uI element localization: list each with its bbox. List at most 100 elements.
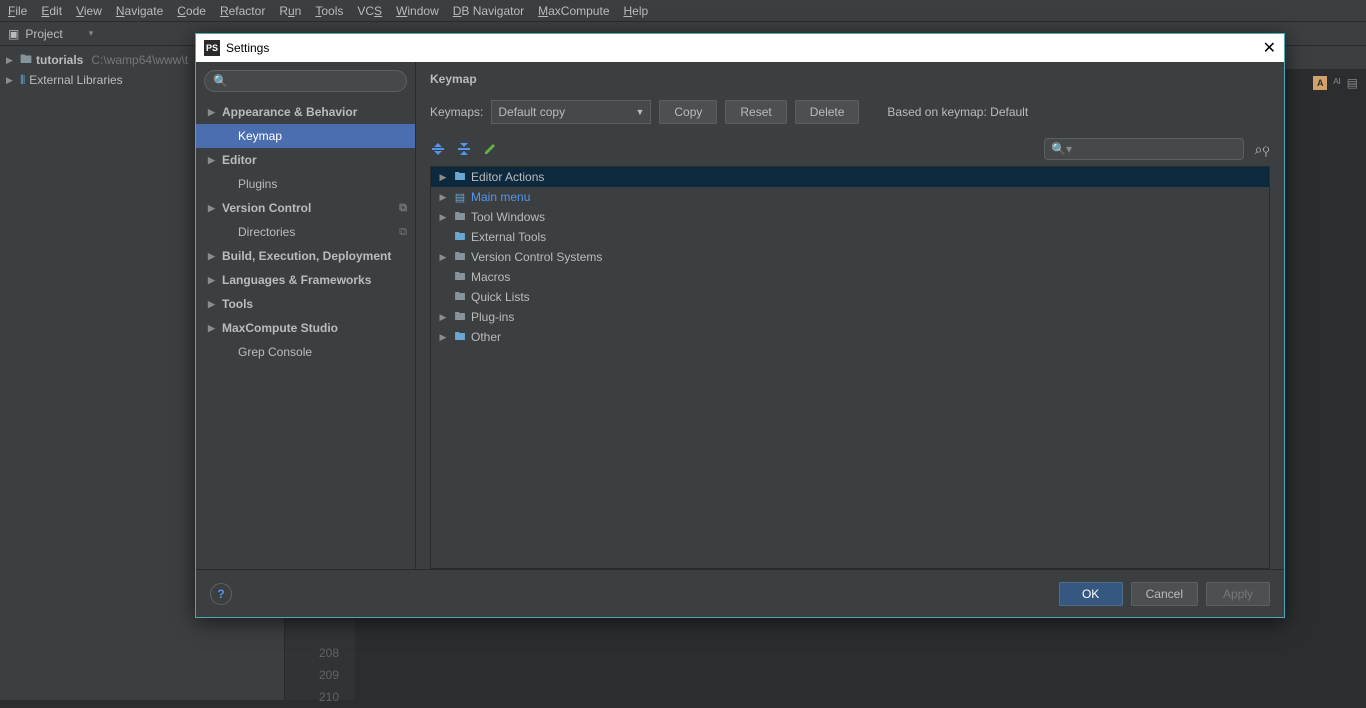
font-icon[interactable]: ᴬᴵ	[1333, 76, 1340, 90]
dialog-title-text: Settings	[226, 41, 269, 55]
expand-arrow-icon: ▶	[437, 252, 449, 263]
expand-arrow-icon: ▶	[208, 299, 222, 310]
menu-window[interactable]: Window	[396, 4, 439, 18]
node-label: External Tools	[471, 230, 546, 244]
menu-navigate[interactable]: Navigate	[116, 4, 163, 18]
page-icon[interactable]: ▤	[1347, 76, 1358, 90]
menu-icon: ▤	[453, 190, 467, 204]
menu-help[interactable]: Help	[624, 4, 649, 18]
keymap-node-other[interactable]: ▶🖿Other	[431, 327, 1269, 347]
app-icon: PS	[204, 40, 220, 56]
highlight-icon[interactable]: A	[1313, 76, 1327, 90]
category-label: Version Control	[222, 201, 311, 215]
settings-dialog: PS Settings ✕ 🔍 ▶Appearance & BehaviorKe…	[195, 33, 1285, 618]
collapse-all-icon[interactable]	[456, 141, 472, 157]
node-label: Quick Lists	[471, 290, 530, 304]
settings-category-languages-frameworks[interactable]: ▶Languages & Frameworks	[196, 268, 415, 292]
cancel-button[interactable]: Cancel	[1131, 582, 1198, 606]
keymaps-label: Keymaps:	[430, 105, 483, 119]
expand-arrow-icon: ▶	[437, 212, 449, 223]
node-label: Version Control Systems	[471, 250, 602, 264]
menu-tools[interactable]: Tools	[315, 4, 343, 18]
keymap-selector-row: Keymaps: Default copy ▼ Copy Reset Delet…	[430, 100, 1270, 124]
category-label: Keymap	[238, 129, 282, 143]
folder-icon: 🖿	[453, 250, 467, 264]
keymap-node-plug-ins[interactable]: ▶🖿Plug-ins	[431, 307, 1269, 327]
edit-icon[interactable]	[482, 141, 498, 157]
expand-arrow-icon[interactable]: ▶	[6, 55, 16, 66]
menu-vcs[interactable]: VCS	[357, 4, 382, 18]
line-number: 208	[285, 642, 339, 664]
folder-icon: 🖿	[453, 310, 467, 324]
category-label: Editor	[222, 153, 257, 167]
keymap-search-input[interactable]: 🔍▾	[1044, 138, 1244, 160]
settings-category-grep-console[interactable]: Grep Console	[196, 340, 415, 364]
folder-icon: 🖿	[453, 230, 467, 244]
folder-icon: 🖿	[20, 50, 32, 71]
expand-all-icon[interactable]	[430, 141, 446, 157]
keymap-node-version-control-systems[interactable]: ▶ 🖿 Version Control Systems	[431, 247, 1269, 267]
main-menubar: File Edit View Navigate Code Refactor Ru…	[0, 0, 1366, 22]
folder-icon: 🖿	[453, 270, 467, 284]
category-label: Build, Execution, Deployment	[222, 249, 391, 263]
category-label: Appearance & Behavior	[222, 105, 357, 119]
expand-arrow-icon[interactable]: ▶	[6, 75, 16, 86]
folder-icon: 🖿	[453, 170, 467, 184]
help-button[interactable]: ?	[210, 583, 232, 605]
based-on-label: Based on keymap: Default	[887, 105, 1028, 119]
close-icon[interactable]: ✕	[1263, 38, 1276, 58]
search-icon: 🔍	[213, 74, 228, 88]
modified-icon: ⧉	[399, 202, 407, 215]
copy-button[interactable]: Copy	[659, 100, 717, 124]
settings-breadcrumb: Keymap	[430, 72, 1270, 86]
menu-refactor[interactable]: Refactor	[220, 4, 265, 18]
settings-categories-panel: 🔍 ▶Appearance & BehaviorKeymap▶EditorPlu…	[196, 62, 416, 569]
menu-dbnavigator[interactable]: DB Navigator	[453, 4, 524, 18]
node-label: Macros	[471, 270, 510, 284]
settings-category-keymap[interactable]: Keymap	[196, 124, 415, 148]
keymaps-dropdown[interactable]: Default copy ▼	[491, 100, 651, 124]
menu-maxcompute[interactable]: MaxCompute	[538, 4, 609, 18]
folder-icon: 🖿	[453, 330, 467, 344]
menu-view[interactable]: View	[76, 4, 102, 18]
settings-tree: ▶Appearance & BehaviorKeymap▶EditorPlugi…	[196, 100, 415, 569]
project-tool-button[interactable]: ▣ Project ▾	[8, 27, 93, 41]
settings-category-directories[interactable]: Directories⧉	[196, 220, 415, 244]
settings-category-maxcompute-studio[interactable]: ▶MaxCompute Studio	[196, 316, 415, 340]
keymap-node-editor-actions[interactable]: ▶🖿Editor Actions	[431, 167, 1269, 187]
category-label: Languages & Frameworks	[222, 273, 371, 287]
ok-button[interactable]: OK	[1059, 582, 1123, 606]
external-libraries-label: External Libraries	[29, 73, 122, 87]
settings-category-appearance-behavior[interactable]: ▶Appearance & Behavior	[196, 100, 415, 124]
menu-code[interactable]: Code	[177, 4, 206, 18]
modified-icon: ⧉	[399, 226, 407, 239]
keymap-node-main-menu[interactable]: ▶▤Main menu	[431, 187, 1269, 207]
settings-category-version-control[interactable]: ▶Version Control⧉	[196, 196, 415, 220]
reset-button[interactable]: Reset	[725, 100, 786, 124]
menu-run[interactable]: Run	[279, 4, 301, 18]
settings-category-plugins[interactable]: Plugins	[196, 172, 415, 196]
find-shortcut-icon[interactable]: ⌕⚲	[1254, 141, 1270, 157]
settings-category-editor[interactable]: ▶Editor	[196, 148, 415, 172]
node-label: Main menu	[471, 190, 530, 204]
expand-arrow-icon: ▶	[208, 275, 222, 286]
settings-search-input[interactable]: 🔍	[204, 70, 407, 92]
keymap-node-external-tools[interactable]: 🖿 External Tools	[431, 227, 1269, 247]
settings-category-tools[interactable]: ▶Tools	[196, 292, 415, 316]
menu-edit[interactable]: Edit	[41, 4, 62, 18]
node-label: Editor Actions	[471, 170, 544, 184]
settings-category-build-execution-deployment[interactable]: ▶Build, Execution, Deployment	[196, 244, 415, 268]
apply-button[interactable]: Apply	[1206, 582, 1270, 606]
keymap-node-macros[interactable]: 🖿 Macros	[431, 267, 1269, 287]
project-root-name: tutorials	[36, 53, 83, 67]
keymaps-value: Default copy	[498, 105, 565, 119]
keymap-node-quick-lists[interactable]: 🖿 Quick Lists	[431, 287, 1269, 307]
folder-icon: 🖿	[453, 290, 467, 304]
project-tool-icon: ▣	[8, 27, 19, 41]
keymap-node-tool-windows[interactable]: ▶🖿Tool Windows	[431, 207, 1269, 227]
menu-file[interactable]: File	[8, 4, 27, 18]
expand-arrow-icon: ▶	[437, 332, 449, 343]
expand-arrow-icon: ▶	[437, 312, 449, 323]
delete-button[interactable]: Delete	[795, 100, 860, 124]
category-label: Tools	[222, 297, 253, 311]
